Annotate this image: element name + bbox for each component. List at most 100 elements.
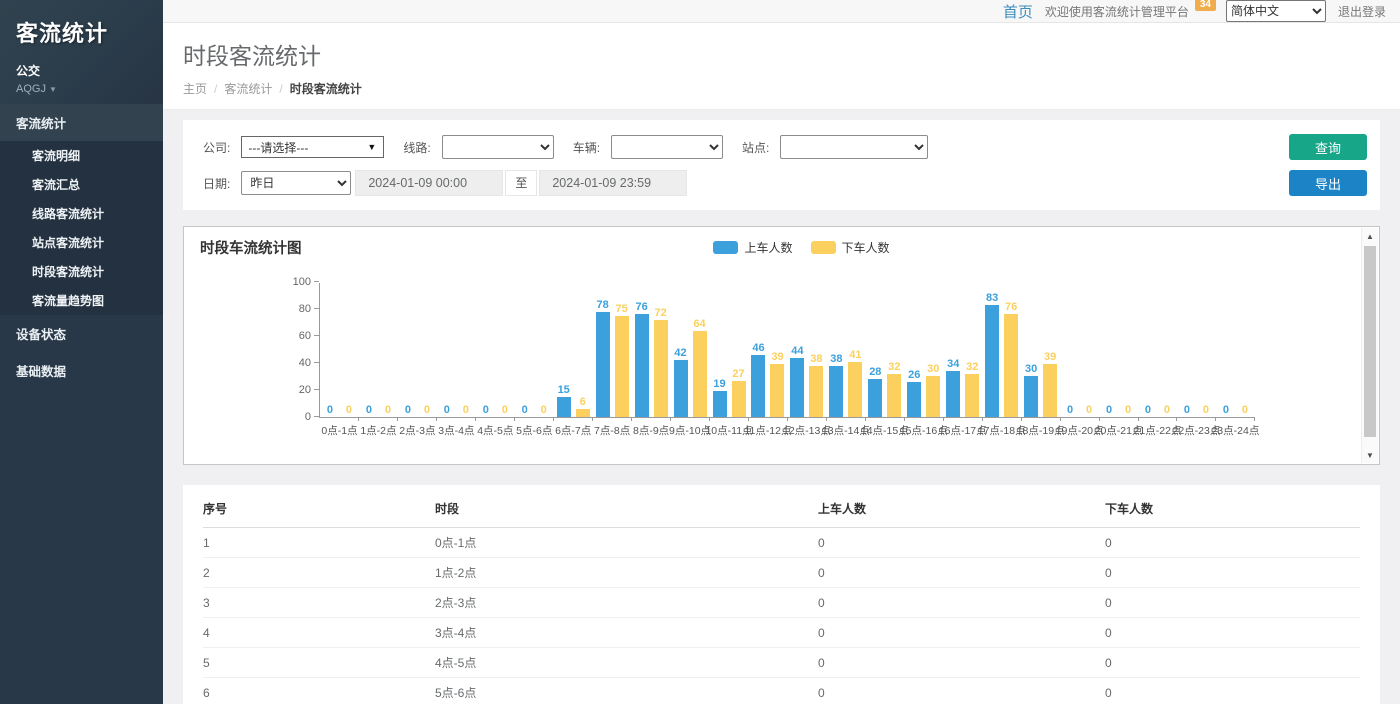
- bar-value: 0: [463, 404, 469, 416]
- sidebar-item-客流汇总[interactable]: 客流汇总: [0, 170, 163, 199]
- bar-value: 27: [732, 368, 744, 380]
- bar-value: 38: [810, 353, 822, 365]
- bar-group: 283214点-15点: [865, 282, 904, 417]
- scroll-down-icon[interactable]: ▼: [1362, 447, 1378, 463]
- bar-value: 0: [541, 404, 547, 416]
- legend-item-下车人数[interactable]: 下车人数: [811, 239, 890, 256]
- breadcrumb-separator: /: [279, 82, 282, 96]
- table-cell: 0: [1105, 678, 1360, 704]
- bar-value: 75: [616, 303, 628, 315]
- export-button[interactable]: 导出: [1289, 170, 1367, 196]
- company-label: 公司:: [203, 139, 230, 156]
- table-cell: 0: [818, 558, 1105, 588]
- column-header: 下车人数: [1105, 489, 1360, 528]
- scrollbar-thumb[interactable]: [1364, 246, 1376, 437]
- y-axis-tick: [314, 281, 319, 282]
- end-datetime-input[interactable]: 2024-01-09 23:59: [539, 170, 687, 196]
- sidebar-item-客流统计[interactable]: 客流统计: [0, 104, 163, 141]
- sidebar-item-客流量趋势图[interactable]: 客流量趋势图: [0, 286, 163, 315]
- bar-value: 30: [1025, 363, 1037, 375]
- legend-swatch: [811, 241, 836, 254]
- bar-上车人数: 78: [596, 312, 610, 417]
- query-button[interactable]: 查询: [1289, 134, 1367, 160]
- app-root: 客流统计 公交 AQGJ ▼ 客流统计客流明细客流汇总线路客流统计站点客流统计时…: [0, 0, 1400, 704]
- bar-下车人数: 75: [615, 316, 629, 417]
- sidebar-item-时段客流统计[interactable]: 时段客流统计: [0, 257, 163, 286]
- table-cell: 4点-5点: [435, 648, 818, 678]
- bar-上车人数: 83: [985, 305, 999, 417]
- bar-value: 15: [558, 384, 570, 396]
- x-axis-label: 4点-5点: [477, 423, 513, 438]
- table-header-row: 序号时段上车人数下车人数: [203, 489, 1360, 528]
- bar-上车人数: 26: [907, 382, 921, 417]
- bar-group: 76728点-9点: [632, 282, 671, 417]
- scroll-up-icon[interactable]: ▲: [1362, 228, 1378, 244]
- breadcrumb-item[interactable]: 主页: [183, 82, 207, 96]
- table-row: 32点-3点00: [203, 588, 1360, 618]
- bar-value: 0: [1184, 404, 1190, 416]
- bar-value: 39: [1044, 351, 1056, 363]
- breadcrumb-item[interactable]: 客流统计: [224, 82, 272, 96]
- date-preset-select[interactable]: 昨日: [241, 171, 351, 195]
- user-menu[interactable]: AQGJ ▼: [16, 83, 147, 95]
- bar-下车人数: 32: [965, 374, 979, 417]
- station-label: 站点:: [742, 139, 769, 156]
- station-select[interactable]: [780, 135, 928, 159]
- table-body: 10点-1点0021点-2点0032点-3点0043点-4点0054点-5点00…: [203, 528, 1360, 704]
- sidebar-item-基础数据[interactable]: 基础数据: [0, 352, 163, 389]
- table-row: 43点-4点00: [203, 618, 1360, 648]
- bar-value: 0: [444, 404, 450, 416]
- start-datetime-input[interactable]: 2024-01-09 00:00: [355, 170, 503, 196]
- bar-value: 0: [502, 404, 508, 416]
- company-select[interactable]: ---请选择--- ▼: [241, 136, 384, 158]
- bar-上车人数: 38: [829, 366, 843, 417]
- bar-value: 76: [1005, 301, 1017, 313]
- y-axis-label: 0: [281, 411, 311, 423]
- bar-group: 0023点-24点: [1216, 282, 1255, 417]
- bar-group: 002点-3点: [398, 282, 437, 417]
- bar-group: 1566点-7点: [554, 282, 593, 417]
- bar-上车人数: 30: [1024, 376, 1038, 417]
- bar-value: 26: [908, 369, 920, 381]
- x-axis-label: 8点-9点: [633, 423, 669, 438]
- line-select[interactable]: [442, 135, 554, 159]
- table-row: 21点-2点00: [203, 558, 1360, 588]
- table-cell: 2: [203, 558, 435, 588]
- chart-scrollbar[interactable]: ▲ ▼: [1361, 228, 1378, 463]
- bar-value: 6: [580, 396, 586, 408]
- table-cell: 0: [818, 618, 1105, 648]
- legend-item-上车人数[interactable]: 上车人数: [713, 239, 792, 256]
- logout-link[interactable]: 退出登录: [1338, 3, 1386, 20]
- bar-下车人数: 6: [576, 409, 590, 417]
- language-select[interactable]: 简体中文: [1226, 0, 1326, 22]
- table-cell: 0: [818, 588, 1105, 618]
- bar-group: 0022点-23点: [1177, 282, 1216, 417]
- bar-value: 32: [888, 361, 900, 373]
- chart-bars: 000点-1点001点-2点002点-3点003点-4点004点-5点005点-…: [320, 282, 1255, 417]
- bar-group: 263015点-16点: [904, 282, 943, 417]
- table-cell: 0: [818, 528, 1105, 558]
- bar-value: 34: [947, 358, 959, 370]
- sidebar-item-设备状态[interactable]: 设备状态: [0, 315, 163, 352]
- caret-down-icon: ▼: [49, 85, 57, 94]
- vehicle-select[interactable]: [611, 135, 723, 159]
- home-link[interactable]: 首页: [1003, 1, 1033, 22]
- bar-下车人数: 39: [770, 364, 784, 417]
- legend-swatch: [713, 241, 738, 254]
- bar-value: 32: [966, 361, 978, 373]
- sidebar: 客流统计 公交 AQGJ ▼ 客流统计客流明细客流汇总线路客流统计站点客流统计时…: [0, 0, 163, 704]
- bar-上车人数: 44: [790, 358, 804, 417]
- chart-legend: 上车人数 下车人数: [184, 239, 1379, 256]
- bar-value: 0: [327, 404, 333, 416]
- sidebar-item-站点客流统计[interactable]: 站点客流统计: [0, 228, 163, 257]
- line-label: 线路:: [403, 139, 430, 156]
- bar-group: 837617点-18点: [982, 282, 1021, 417]
- y-axis-label: 40: [281, 357, 311, 369]
- table-row: 10点-1点00: [203, 528, 1360, 558]
- app-title: 客流统计: [16, 16, 147, 48]
- table-row: 65点-6点00: [203, 678, 1360, 704]
- sidebar-item-客流明细[interactable]: 客流明细: [0, 141, 163, 170]
- sidebar-item-线路客流统计[interactable]: 线路客流统计: [0, 199, 163, 228]
- dropdown-arrow-icon: ▼: [367, 142, 376, 152]
- bar-value: 0: [1203, 404, 1209, 416]
